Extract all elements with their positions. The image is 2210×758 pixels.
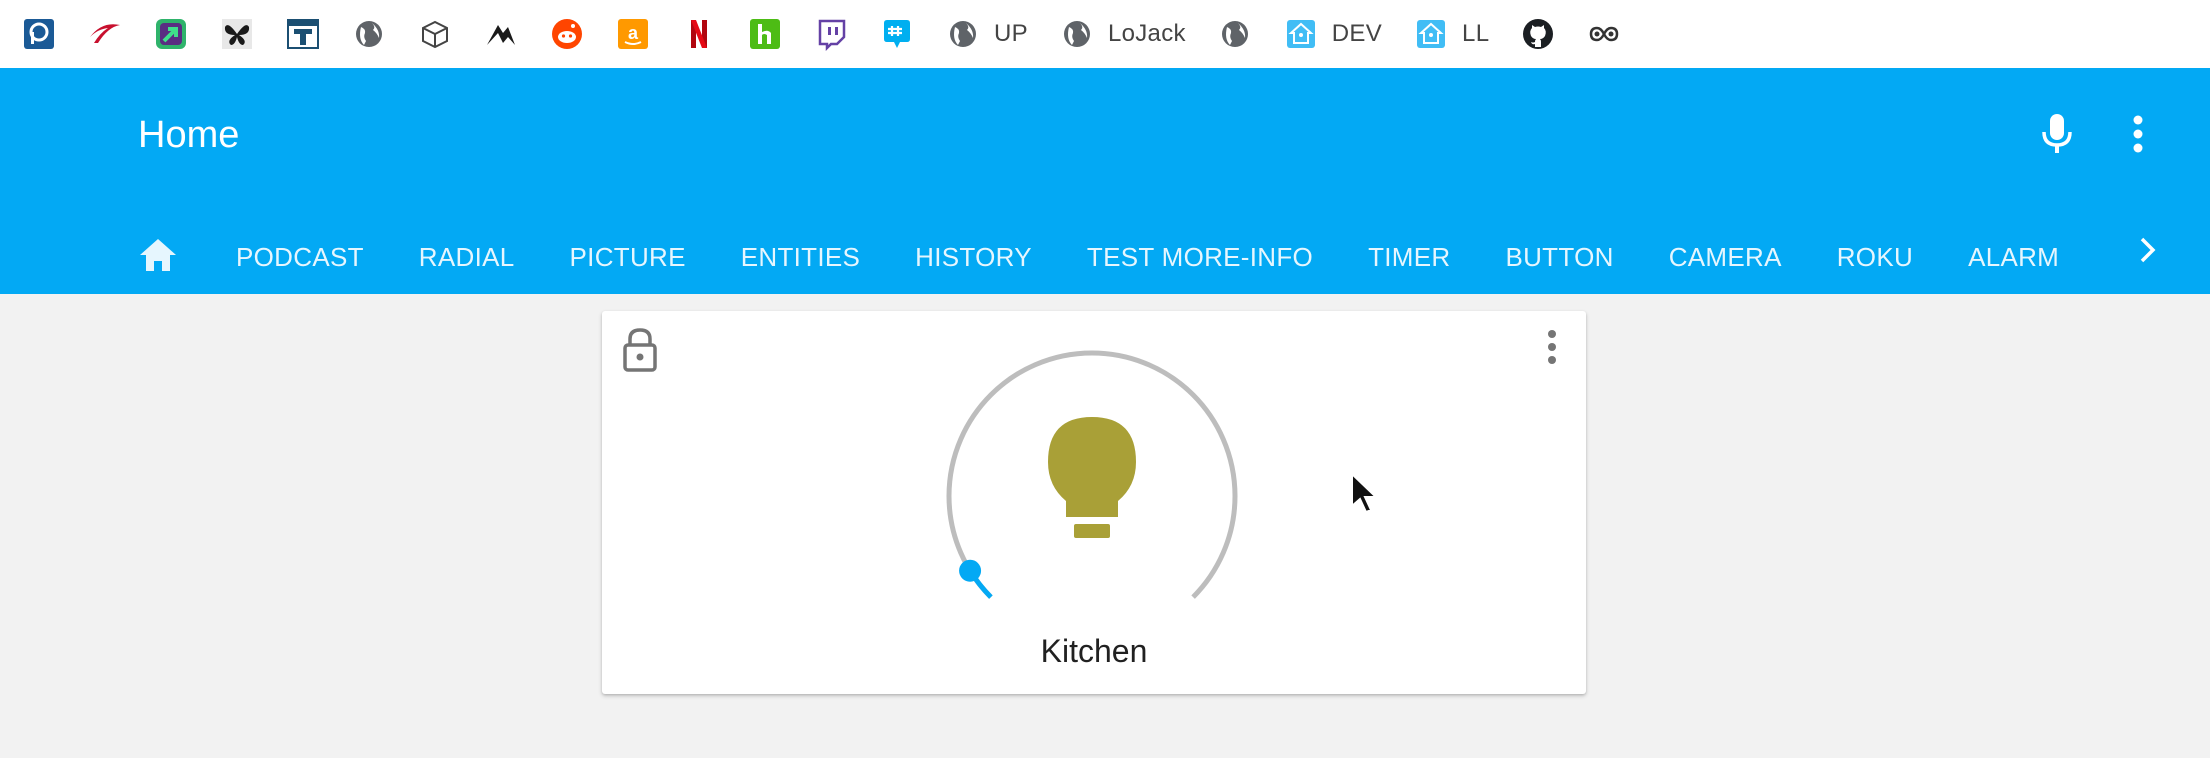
bird-logo-icon	[484, 17, 518, 51]
card-menu-button[interactable]	[1532, 329, 1572, 373]
bookmark-ll[interactable]: LL	[1414, 14, 1489, 54]
bookmark-label: UP	[994, 20, 1028, 47]
bookmark-label: DEV	[1331, 20, 1383, 47]
light-card: Kitchen	[602, 311, 1586, 694]
mouse-cursor-icon	[1351, 472, 1379, 514]
infinity-icon	[1587, 17, 1621, 51]
app-header: Home PODCAST RADIAL PICTURE ENTITIES HIS…	[0, 68, 2210, 294]
home-icon	[138, 237, 178, 278]
tab-timer[interactable]: TIMER	[1368, 242, 1450, 273]
bookmark-up[interactable]: UP	[946, 14, 1028, 54]
twitch-icon	[814, 17, 848, 51]
bookmark-amazon[interactable]: a	[616, 14, 650, 54]
bookmark-twitch[interactable]	[814, 14, 848, 54]
page-title: Home	[138, 114, 240, 156]
github-icon	[1521, 17, 1555, 51]
microphone-icon	[2041, 112, 2073, 161]
butterfly-icon	[220, 17, 254, 51]
reddit-icon	[550, 17, 584, 51]
tab-camera[interactable]: CAMERA	[1669, 242, 1782, 273]
entity-name: Kitchen	[1040, 633, 1148, 669]
tab-alarm[interactable]: ALARM	[1968, 242, 2059, 273]
bookmark-package[interactable]	[418, 14, 452, 54]
bookmark-capital-one[interactable]	[88, 14, 122, 54]
bookmark-globe[interactable]	[352, 14, 386, 54]
brightness-dial[interactable]	[922, 331, 1262, 631]
globe-icon	[352, 17, 386, 51]
bookmark-reddit[interactable]	[550, 14, 584, 54]
green-arrow-app-icon	[154, 17, 188, 51]
bookmark-infinity[interactable]	[1587, 14, 1621, 54]
light-toggle-button[interactable]	[1048, 417, 1136, 538]
lock-icon	[620, 328, 660, 377]
bookmark-houzz[interactable]	[748, 14, 782, 54]
tab-test-more-info[interactable]: TEST MORE-INFO	[1087, 242, 1313, 273]
tab-button[interactable]: BUTTON	[1505, 242, 1613, 273]
tab-roku[interactable]: ROKU	[1837, 242, 1913, 273]
svg-text:a: a	[628, 23, 639, 43]
bookmark-label: LoJack	[1107, 20, 1186, 47]
bookmark-label: LL	[1462, 20, 1490, 47]
home-assistant-icon	[1284, 17, 1318, 51]
lightbulb-icon	[1048, 417, 1136, 538]
tab-home[interactable]	[138, 234, 184, 280]
globe-icon	[1218, 17, 1252, 51]
more-vertical-icon	[1547, 329, 1557, 373]
header-menu-button[interactable]	[2110, 108, 2166, 164]
capital-one-icon	[88, 17, 122, 51]
tabs-scroll-right-button[interactable]	[2122, 226, 2174, 278]
bookmark-groupme[interactable]	[880, 14, 914, 54]
amazon-icon: a	[616, 17, 650, 51]
tab-radial[interactable]: RADIAL	[419, 242, 515, 273]
card-lock-button[interactable]	[620, 327, 664, 377]
bookmark-dev[interactable]: DEV	[1284, 14, 1382, 54]
globe-icon	[946, 17, 980, 51]
netflix-icon	[682, 17, 716, 51]
bookmark-green-arrow-app[interactable]	[154, 14, 188, 54]
tab-picture[interactable]: PICTURE	[570, 242, 686, 273]
bookmark-lojack[interactable]: LoJack	[1060, 14, 1186, 54]
tab-entities[interactable]: ENTITIES	[741, 242, 860, 273]
chevron-right-icon	[2138, 236, 2158, 269]
view-tabs: PODCAST RADIAL PICTURE ENTITIES HISTORY …	[138, 220, 2114, 294]
home-assistant-icon	[1414, 17, 1448, 51]
bookmark-netflix[interactable]	[682, 14, 716, 54]
pocket-casts-icon	[22, 17, 56, 51]
bookmark-t-logo[interactable]	[286, 14, 320, 54]
groupme-icon	[880, 17, 914, 51]
brightness-slider-handle[interactable]	[959, 559, 982, 582]
voice-command-button[interactable]	[2029, 108, 2085, 164]
bookmark-github[interactable]	[1521, 14, 1555, 54]
bookmarks-bar: a UP LoJack DEV LL	[0, 0, 2210, 68]
bookmark-pocket-casts[interactable]	[22, 14, 56, 54]
bookmark-butterfly[interactable]	[220, 14, 254, 54]
more-vertical-icon	[2132, 115, 2144, 158]
tab-podcast[interactable]: PODCAST	[236, 242, 364, 273]
t-logo-icon	[286, 17, 320, 51]
houzz-icon	[748, 17, 782, 51]
globe-icon	[1060, 17, 1094, 51]
package-box-icon	[418, 17, 452, 51]
bookmark-globe-2[interactable]	[1218, 14, 1252, 54]
tab-history[interactable]: HISTORY	[915, 242, 1032, 273]
bookmark-bird-logo[interactable]	[484, 14, 518, 54]
